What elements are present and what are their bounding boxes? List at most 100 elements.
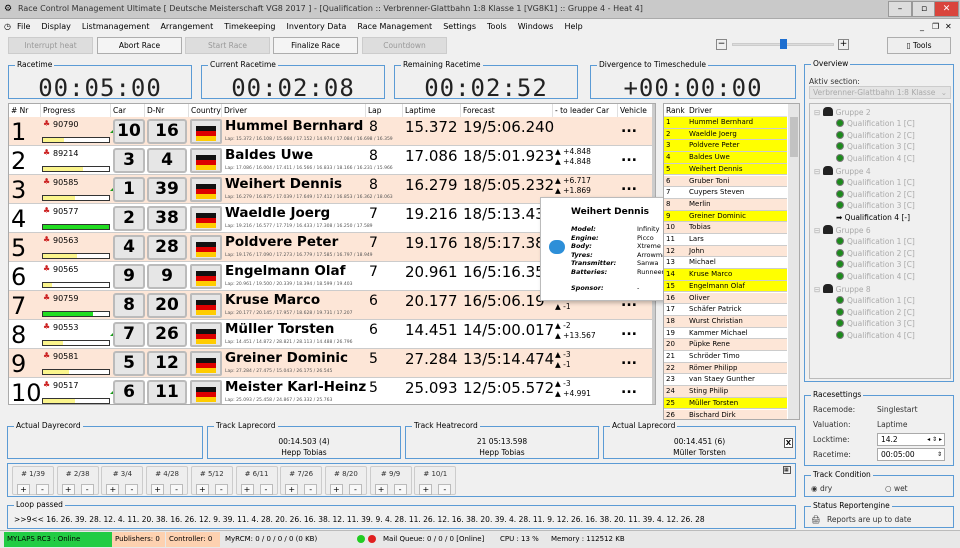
tree-group[interactable]: ⊟ Gruppe 6 bbox=[814, 225, 871, 235]
column-header[interactable]: Car bbox=[111, 104, 145, 117]
driver-number[interactable]: 20 bbox=[147, 293, 187, 318]
remove-lap-button[interactable]: - bbox=[125, 484, 139, 495]
remove-lap-button[interactable]: - bbox=[170, 484, 184, 495]
car-number[interactable]: 4 bbox=[113, 235, 145, 260]
ranking-row[interactable]: 19 Kammer Michael bbox=[664, 327, 787, 340]
grid-icon[interactable]: ▦ bbox=[783, 466, 791, 474]
column-header[interactable]: Driver bbox=[222, 104, 366, 117]
ranking-row[interactable]: 23 van Staey Gunther bbox=[664, 374, 787, 387]
add-lap-button[interactable]: + bbox=[240, 484, 254, 495]
vehicle-details-button[interactable]: ... bbox=[621, 120, 637, 136]
ranking-row[interactable]: 8 Merlin bbox=[664, 198, 787, 211]
vehicle-details-button[interactable]: ... bbox=[621, 352, 637, 368]
collapse-icon[interactable]: ⊟ bbox=[814, 226, 823, 235]
tree-heat[interactable]: ➡ Qualification 4 [-] bbox=[836, 213, 910, 222]
tree-heat[interactable]: Qualification 2 [C] bbox=[836, 189, 915, 199]
column-header[interactable]: Progress bbox=[41, 104, 111, 117]
add-lap-button[interactable]: + bbox=[374, 484, 388, 495]
finalize-race-button[interactable]: Finalize Race bbox=[273, 37, 358, 54]
zoom-slider[interactable] bbox=[732, 39, 834, 49]
collapse-icon[interactable]: ⊟ bbox=[814, 108, 823, 117]
scrollbar-thumb[interactable] bbox=[790, 117, 798, 157]
tree-heat[interactable]: Qualification 1 [C] bbox=[836, 118, 915, 128]
ranking-row[interactable]: 14 Kruse Marco bbox=[664, 269, 787, 281]
tree-heat[interactable]: Qualification 4 [C] bbox=[836, 331, 915, 340]
ranking-row[interactable]: 15 Engelmann Olaf bbox=[664, 280, 787, 293]
collapse-icon[interactable]: ⊟ bbox=[814, 285, 823, 294]
tree-heat[interactable]: Qualification 4 [C] bbox=[836, 154, 915, 163]
zoom-out-button[interactable]: − bbox=[716, 39, 727, 50]
ranking-scrollbar[interactable] bbox=[788, 104, 799, 419]
tree-heat[interactable]: Qualification 3 [C] bbox=[836, 201, 915, 210]
menu-item-file[interactable]: File bbox=[17, 19, 30, 35]
ranking-row[interactable]: 17 Schäfer Patrick bbox=[664, 304, 787, 316]
car-number[interactable]: 5 bbox=[113, 351, 145, 376]
add-lap-button[interactable]: + bbox=[285, 484, 299, 495]
table-row[interactable]: 2 ♣ 89214 3 4 Baldes Uwe Lap: 17.086 / 16.004 … bbox=[9, 146, 654, 175]
ranking-row[interactable]: 3 Poldvere Peter bbox=[664, 140, 787, 153]
driver-number[interactable]: 28 bbox=[147, 235, 187, 260]
locktime-input[interactable]: 14.2 ◂ ⇕ ▸ bbox=[877, 433, 945, 446]
ranking-row[interactable]: 5 Weihert Dennis bbox=[664, 163, 787, 176]
ranking-row[interactable]: 4 Baldes Uwe bbox=[664, 152, 787, 164]
spin-arrows-icon[interactable]: ◂ ⇕ ▸ bbox=[927, 434, 942, 445]
car-number[interactable]: 3 bbox=[113, 148, 145, 173]
remove-lap-button[interactable]: - bbox=[259, 484, 273, 495]
column-header[interactable]: Country bbox=[189, 104, 222, 117]
tree-heat[interactable]: Qualification 1 [C] bbox=[836, 236, 915, 246]
tree-heat[interactable]: Qualification 1 [C] bbox=[836, 295, 915, 305]
maximize-button[interactable]: ▫ bbox=[912, 1, 936, 17]
menu-item-race-management[interactable]: Race Management bbox=[357, 19, 432, 35]
rank-header[interactable]: Rank bbox=[666, 104, 685, 117]
driver-number[interactable]: 38 bbox=[147, 206, 187, 231]
mdi-close-icon[interactable]: ✕ bbox=[945, 19, 952, 35]
car-number[interactable]: 10 bbox=[113, 119, 145, 144]
dry-radio[interactable]: ◉ dry bbox=[811, 484, 832, 493]
start-race-button[interactable]: Start Race bbox=[185, 37, 270, 54]
add-lap-button[interactable]: + bbox=[151, 484, 165, 495]
ranking-row[interactable]: 2 Waeldle Joerg bbox=[664, 128, 787, 141]
vehicle-details-button[interactable]: ... bbox=[621, 178, 637, 194]
tree-heat[interactable]: Qualification 3 [C] bbox=[836, 142, 915, 151]
close-button[interactable]: ✕ bbox=[934, 1, 959, 17]
tree-group[interactable]: ⊟ Gruppe 8 bbox=[814, 284, 871, 294]
racetime-input[interactable]: 00:05:00 ⇕ bbox=[877, 448, 945, 461]
driver-number[interactable]: 9 bbox=[147, 264, 187, 289]
menu-item-arrangement[interactable]: Arrangement bbox=[160, 19, 213, 35]
ranking-row[interactable]: 24 Sting Philip bbox=[664, 386, 787, 398]
column-header[interactable]: Lap bbox=[366, 104, 403, 117]
ranking-row[interactable]: 18 Wurst Christian bbox=[664, 315, 787, 328]
driver-number[interactable]: 26 bbox=[147, 322, 187, 347]
car-number[interactable]: 1 bbox=[113, 177, 145, 202]
add-lap-button[interactable]: + bbox=[106, 484, 120, 495]
ranking-row[interactable]: 10 Tobias bbox=[664, 222, 787, 234]
tree-heat[interactable]: Qualification 1 [C] bbox=[836, 177, 915, 187]
collapse-icon[interactable]: ⊟ bbox=[814, 167, 823, 176]
ranking-row[interactable]: 11 Lars bbox=[664, 234, 787, 246]
spin-arrows-icon[interactable]: ⇕ bbox=[937, 449, 942, 460]
tools-button[interactable]: ▯ Tools bbox=[887, 37, 951, 54]
table-row[interactable]: 1 ♣ 90790 10 16 Hummel Bernhard Lap: 15.372 / … bbox=[9, 117, 654, 146]
ranking-row[interactable]: 9 Greiner Dominic bbox=[664, 210, 787, 223]
vehicle-details-button[interactable]: ... bbox=[621, 323, 637, 339]
driver-number[interactable]: 11 bbox=[147, 380, 187, 404]
driver-number[interactable]: 39 bbox=[147, 177, 187, 202]
add-lap-button[interactable]: + bbox=[61, 484, 75, 495]
menu-item-help[interactable]: Help bbox=[564, 19, 582, 35]
add-lap-button[interactable]: + bbox=[17, 484, 30, 495]
column-header[interactable]: Forecast bbox=[461, 104, 553, 117]
tree-heat[interactable]: Qualification 2 [C] bbox=[836, 130, 915, 140]
interrupt-heat-button[interactable]: Interrupt heat bbox=[8, 37, 93, 54]
ranking-row[interactable]: 20 Püpke Rene bbox=[664, 339, 787, 351]
menu-item-settings[interactable]: Settings bbox=[443, 19, 476, 35]
menu-item-display[interactable]: Display bbox=[41, 19, 71, 35]
add-lap-button[interactable]: + bbox=[419, 484, 433, 495]
driver-number[interactable]: 12 bbox=[147, 351, 187, 376]
countdown-button[interactable]: Countdown bbox=[362, 37, 447, 54]
car-number[interactable]: 8 bbox=[113, 293, 145, 318]
zoom-slider-thumb[interactable] bbox=[780, 39, 787, 49]
remove-lap-button[interactable]: - bbox=[36, 484, 49, 495]
table-row[interactable]: 8 ♣ 90553 7 26 Müller Torsten Lap: 14.451 / 14… bbox=[9, 320, 654, 349]
driver-number[interactable]: 16 bbox=[147, 119, 187, 144]
ranking-row[interactable]: 1 Hummel Bernhard bbox=[664, 117, 787, 129]
